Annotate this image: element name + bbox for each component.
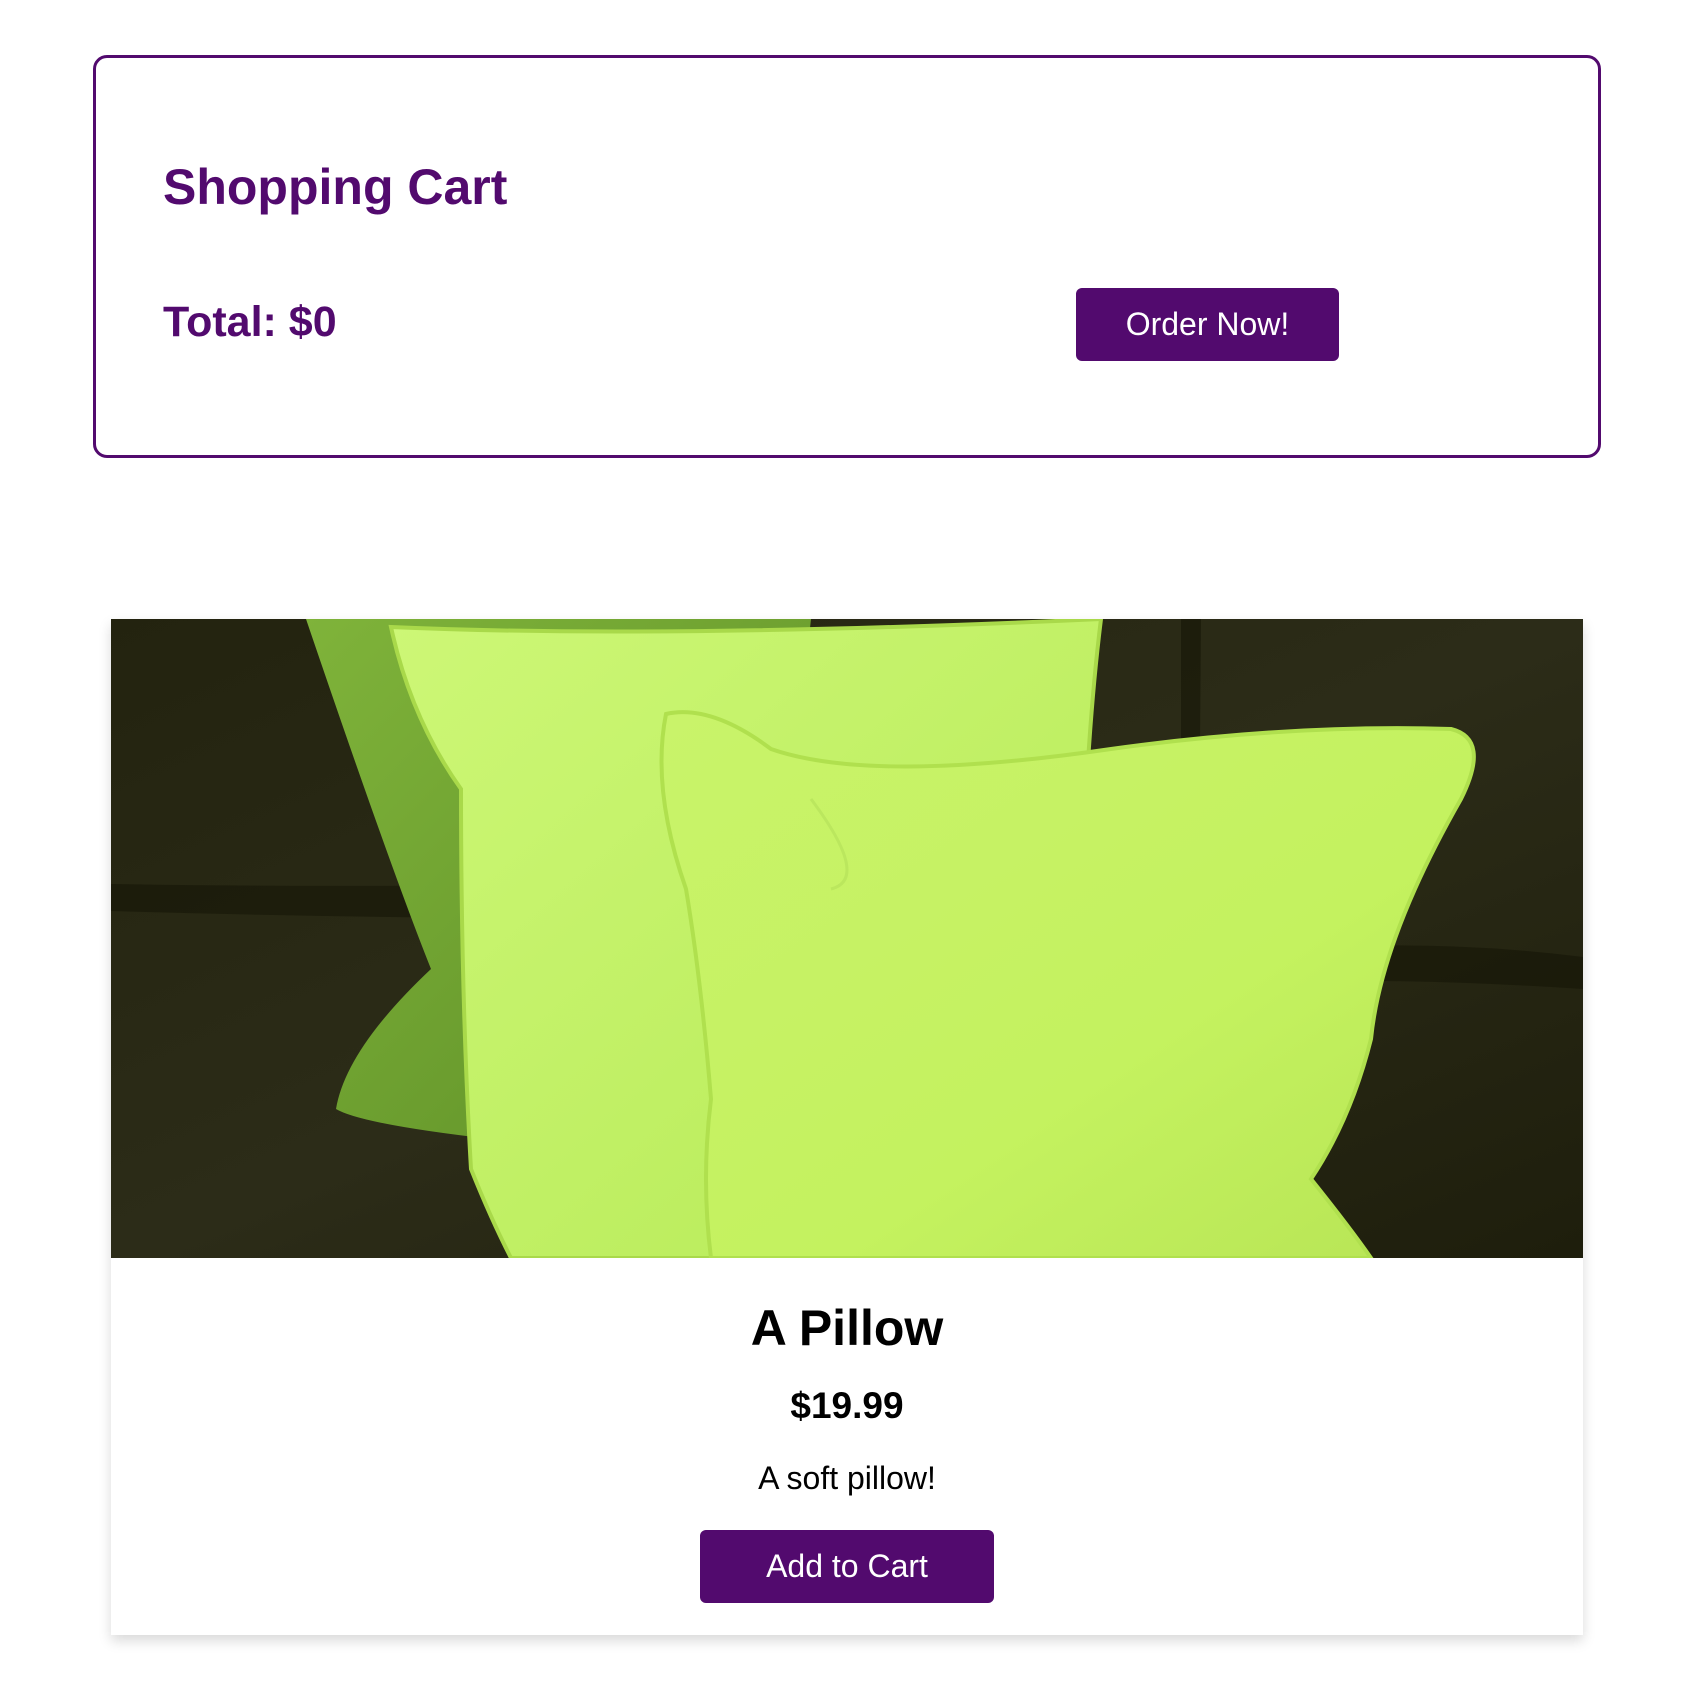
product-name: A Pillow — [750, 1300, 944, 1356]
add-to-cart-button[interactable]: Add to Cart — [700, 1530, 994, 1603]
pillow-photo — [111, 619, 1583, 1258]
cart-total: Total: $0 — [163, 298, 337, 346]
shopping-cart-panel: Shopping Cart Total: $0 Order Now! — [93, 55, 1601, 458]
product-description: A soft pillow! — [758, 1460, 936, 1496]
cart-title: Shopping Cart — [163, 159, 508, 215]
product-card: A Pillow $19.99 A soft pillow! Add to Ca… — [111, 619, 1583, 1635]
product-price: $19.99 — [790, 1385, 904, 1426]
order-now-button[interactable]: Order Now! — [1076, 288, 1339, 361]
